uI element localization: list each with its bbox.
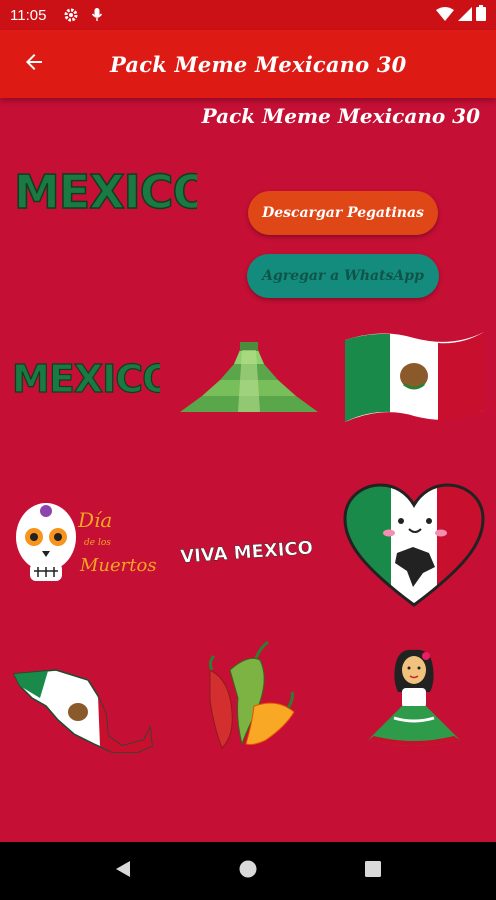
battery-icon [476, 5, 486, 25]
home-circle-icon [238, 859, 258, 883]
status-time: 11:05 [10, 6, 47, 24]
viva-mexico-text: VIVA MEXICO [180, 537, 314, 566]
app-title: Pack Meme Mexicano 30 [110, 51, 407, 77]
signal-icon [458, 6, 472, 25]
add-to-whatsapp-button[interactable]: Agregar a WhatsApp [247, 254, 439, 298]
tray-icon: MEXICO [12, 158, 212, 224]
viva-mexico-sticker[interactable]: VIVA MEXICO [178, 530, 323, 570]
pyramid-sticker[interactable] [178, 340, 320, 419]
de-los-text: de los [84, 538, 111, 548]
nav-back-button[interactable] [99, 847, 147, 895]
mexico-text-sticker[interactable]: MEXICO [10, 352, 175, 406]
settings-icon [60, 5, 82, 25]
chili-sticker[interactable] [200, 640, 300, 756]
nav-recents-button[interactable] [349, 847, 397, 895]
mexico-sticker-text: MEXICO [12, 357, 160, 401]
status-bar: 11:05 [0, 0, 496, 30]
tray-icon-text: MEXICO [14, 165, 197, 219]
dia-text: Día [77, 508, 112, 532]
nav-home-button[interactable] [224, 847, 272, 895]
flag-sticker[interactable] [342, 326, 487, 432]
wifi-icon [436, 6, 454, 25]
download-stickers-button[interactable]: Descargar Pegatinas [248, 191, 438, 235]
system-nav-bar [0, 842, 496, 900]
heart-flag-sticker[interactable] [343, 483, 485, 611]
recents-square-icon [364, 860, 382, 882]
dia-de-los-muertos-sticker[interactable]: Día de los Muertos [12, 497, 157, 601]
pack-title: Pack Meme Mexicano 30 [201, 104, 480, 128]
muertos-text: Muertos [79, 555, 157, 576]
map-sticker[interactable] [12, 668, 154, 758]
back-triangle-icon [114, 859, 132, 883]
app-bar: Pack Meme Mexicano 30 [0, 30, 496, 98]
dancer-sticker[interactable] [364, 640, 464, 756]
back-button[interactable] [6, 36, 62, 92]
arrow-left-icon [22, 50, 46, 78]
mic-icon [86, 5, 108, 25]
